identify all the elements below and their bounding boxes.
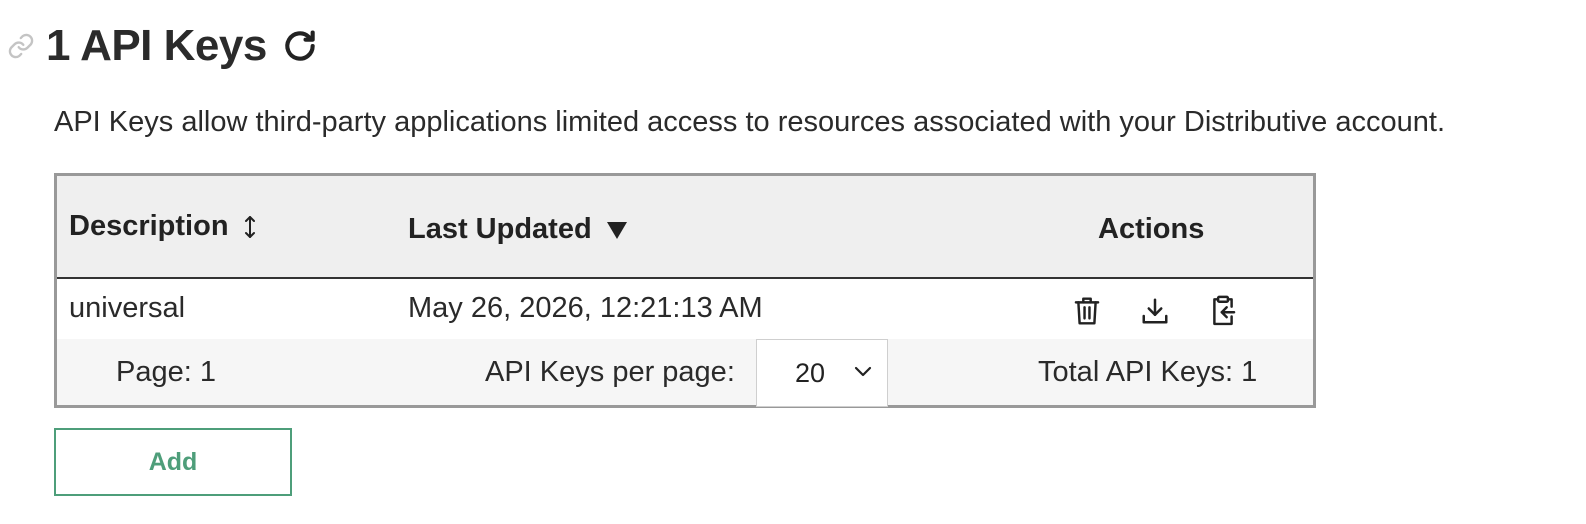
row-actions xyxy=(1069,293,1241,329)
download-icon[interactable] xyxy=(1137,293,1173,329)
refresh-icon[interactable] xyxy=(279,25,321,67)
table-row: universal May 26, 2026, 12:21:13 AM xyxy=(57,279,1313,339)
column-header-last-updated[interactable]: Last Updated xyxy=(408,213,628,246)
table-footer: Page: 1 API Keys per page: 20 Total API … xyxy=(57,339,1313,407)
table-header: Description Last Updated Actions xyxy=(57,176,1313,279)
column-header-label: Actions xyxy=(1098,213,1205,245)
per-page-label: API Keys per page: xyxy=(485,356,735,388)
chevron-down-icon xyxy=(853,364,873,383)
api-keys-table: Description Last Updated Actions univers… xyxy=(54,173,1316,408)
clipboard-copy-icon[interactable] xyxy=(1205,293,1241,329)
column-header-actions: Actions xyxy=(1098,213,1204,246)
page-description: API Keys allow third-party applications … xyxy=(54,106,1445,138)
key-last-updated: May 26, 2026, 12:21:13 AM xyxy=(408,292,763,324)
page-heading: 1 API Keys xyxy=(6,20,321,72)
column-header-label: Description xyxy=(69,210,229,242)
column-header-description[interactable]: Description xyxy=(69,210,257,243)
per-page-value: 20 xyxy=(795,357,826,388)
link-icon[interactable] xyxy=(6,31,36,61)
key-description: universal xyxy=(69,292,186,324)
add-button[interactable]: Add xyxy=(54,428,292,496)
sort-down-icon xyxy=(606,220,628,240)
per-page-select[interactable]: 20 xyxy=(756,339,888,407)
sort-both-icon xyxy=(243,214,257,240)
page-title: 1 API Keys xyxy=(46,21,267,70)
trash-icon[interactable] xyxy=(1069,293,1105,329)
page-indicator: Page: 1 xyxy=(116,356,216,388)
total-keys-count: Total API Keys: 1 xyxy=(1038,356,1258,388)
column-header-label: Last Updated xyxy=(408,213,592,245)
